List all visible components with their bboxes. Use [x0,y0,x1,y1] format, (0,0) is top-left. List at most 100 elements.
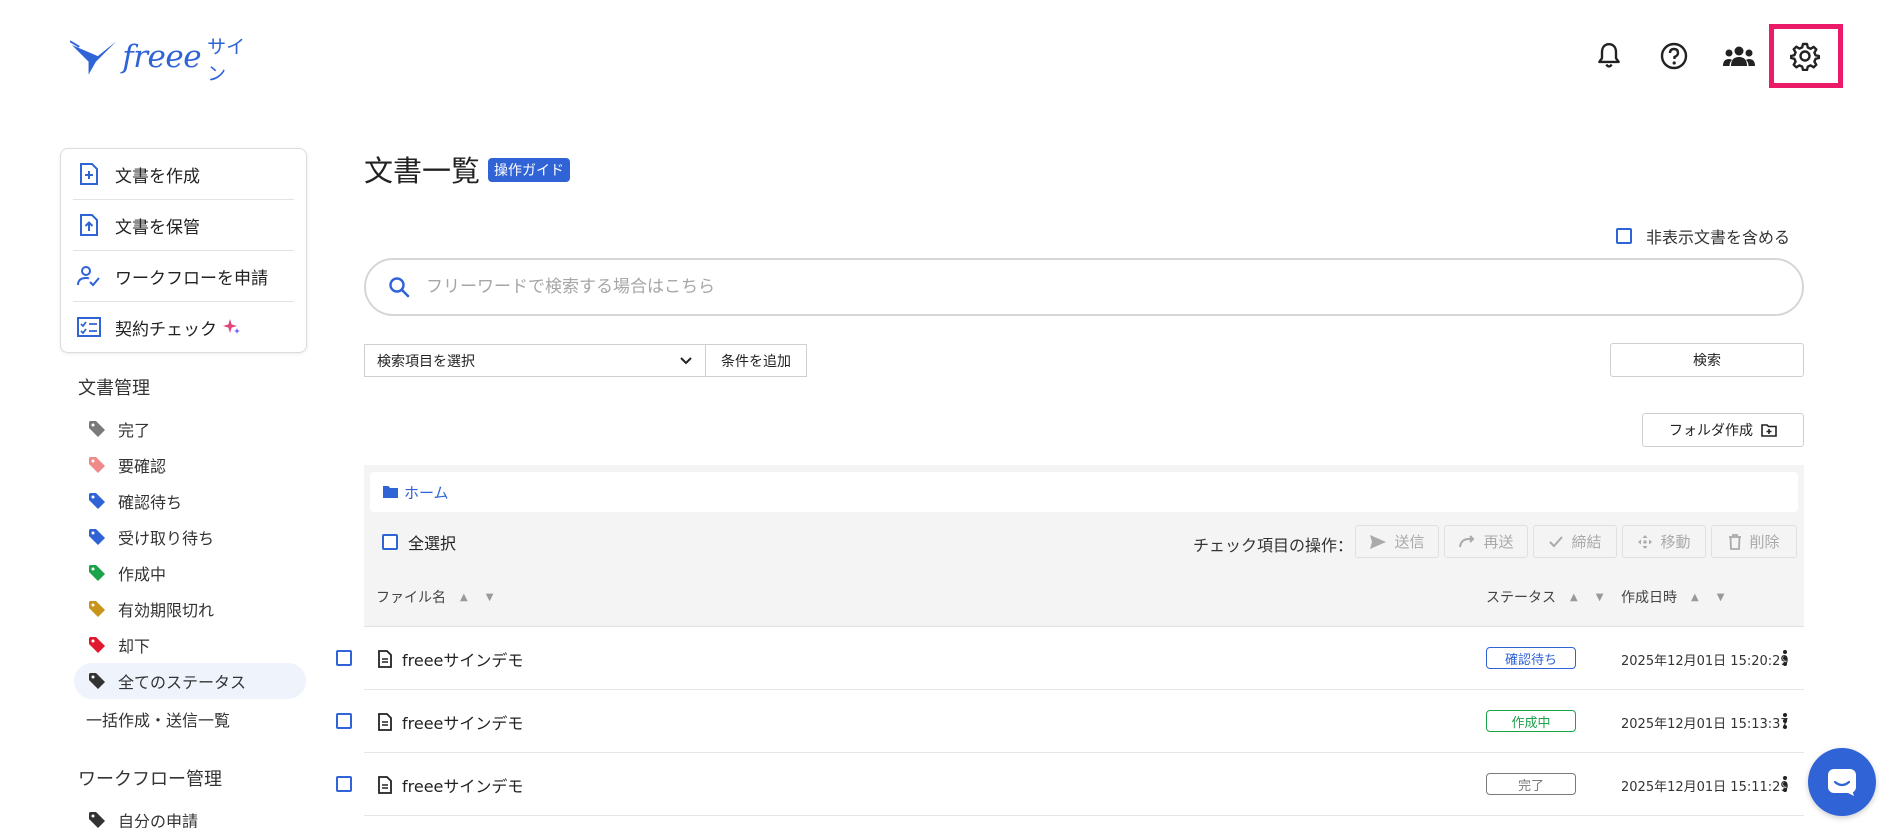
help-button[interactable] [1654,36,1694,76]
status-item-drafting[interactable]: 作成中 [74,555,306,591]
sort-controls: ▲ ▼ [1691,592,1742,603]
bulk-list-link[interactable]: 一括作成・送信一覧 [86,707,230,731]
file-name[interactable]: freeeサインデモ [378,710,523,734]
checkbox[interactable] [1616,228,1632,244]
file-name-label: freeeサインデモ [402,777,524,796]
chat-support-button[interactable] [1808,748,1876,816]
team-icon [1723,46,1755,66]
row-menu-button[interactable] [1776,647,1794,669]
sort-desc-icon[interactable]: ▼ [1717,592,1725,603]
tag-icon [88,599,108,619]
sort-asc-icon[interactable]: ▲ [1570,592,1578,603]
status-item-label: 作成中 [118,565,167,584]
column-header-created: 作成日時 ▲ ▼ [1621,587,1742,607]
tag-icon [88,810,108,828]
folder-add-icon [1761,424,1777,437]
app-logo[interactable]: freee サイン [70,34,260,85]
row-menu-button[interactable] [1776,710,1794,732]
add-condition-button[interactable]: 条件を追加 [705,344,807,377]
column-header-name: ファイル名 ▲ ▼ [376,587,511,607]
conclude-label: 締結 [1571,533,1602,551]
redo-icon [1459,534,1475,547]
send-icon [1370,534,1387,549]
checklist-icon [77,315,101,339]
resend-button[interactable]: 再送 [1444,525,1528,558]
checkbox[interactable] [382,534,398,550]
search-bar [364,258,1804,316]
table-row[interactable] [364,627,1804,690]
create-folder-label: フォルダ作成 [1669,423,1753,439]
search-icon [389,277,410,298]
trash-icon [1729,533,1742,550]
table-row[interactable] [364,753,1804,816]
row-checkbox[interactable] [336,776,352,792]
folder-icon [383,486,398,498]
status-item-label: 確認待ち [118,493,183,512]
send-button[interactable]: 送信 [1355,525,1439,558]
table-row[interactable] [364,690,1804,753]
contract-check-label: 契約チェック [115,319,217,340]
row-menu-button[interactable] [1776,773,1794,795]
file-name[interactable]: freeeサインデモ [378,647,523,671]
notification-button[interactable] [1589,36,1629,76]
search-field-select[interactable]: 検索項目を選択 [364,344,706,377]
sort-controls: ▲ ▼ [1570,592,1621,603]
column-header-name-label: ファイル名 [376,590,446,606]
doc-section-title: 文書管理 [78,378,150,399]
select-all-checkbox[interactable]: 全選択 [382,530,456,554]
team-button[interactable] [1719,36,1759,76]
row-checkbox[interactable] [336,650,352,666]
send-label: 送信 [1394,533,1425,551]
status-item-complete[interactable]: 完了 [74,411,306,447]
store-document-item[interactable]: 文書を保管 [77,200,294,250]
status-item-label: 受け取り待ち [118,529,215,548]
create-folder-button[interactable]: フォルダ作成 [1642,413,1804,447]
contract-check-item[interactable]: 契約チェック [77,302,294,352]
store-document-label: 文書を保管 [115,217,200,238]
status-badge: 作成中 [1486,710,1576,732]
include-hidden-checkbox[interactable]: 非表示文書を含める [1616,224,1790,248]
search-button[interactable]: 検索 [1610,343,1804,377]
tag-icon [88,419,108,439]
document-icon [378,713,392,731]
workflow-item-my-requests[interactable]: 自分の申請 [74,802,306,828]
move-button[interactable]: 移動 [1622,525,1706,558]
gear-icon [1790,42,1820,71]
tag-icon [88,455,108,475]
status-item-needs-check[interactable]: 要確認 [74,447,306,483]
help-icon [1660,42,1688,70]
file-name[interactable]: freeeサインデモ [378,773,523,797]
delete-button[interactable]: 削除 [1711,525,1797,558]
conclude-button[interactable]: 締結 [1533,525,1617,558]
sort-asc-icon[interactable]: ▲ [1691,592,1699,603]
document-upload-icon [77,213,101,237]
status-item-label: 有効期限切れ [118,601,215,620]
status-item-expired[interactable]: 有効期限切れ [74,591,306,627]
status-item-awaiting-receipt[interactable]: 受け取り待ち [74,519,306,555]
status-badge: 完了 [1486,773,1576,795]
bulk-ops-label: チェック項目の操作： [1193,536,1354,555]
sort-desc-icon[interactable]: ▼ [1596,592,1604,603]
file-name-label: freeeサインデモ [402,651,524,670]
chat-icon [1828,769,1856,796]
breadcrumb-home[interactable]: ホーム [404,482,449,503]
settings-button[interactable] [1785,36,1825,76]
document-add-icon [77,162,101,186]
status-item-awaiting-confirmation[interactable]: 確認待ち [74,483,306,519]
row-checkbox[interactable] [336,713,352,729]
created-date: 2025年12月01日 15:20:29 [1621,654,1789,669]
sort-desc-icon[interactable]: ▼ [486,592,494,603]
create-document-item[interactable]: 文書を作成 [77,149,294,199]
logo-word: freee [122,39,202,75]
sort-asc-icon[interactable]: ▲ [460,592,468,603]
status-item-rejected[interactable]: 却下 [74,627,306,663]
search-input[interactable] [426,277,1726,297]
guide-badge[interactable]: 操作ガイド [488,158,570,182]
sort-controls: ▲ ▼ [460,592,511,603]
move-label: 移動 [1660,533,1691,551]
move-icon [1638,534,1653,549]
status-item-all[interactable]: 全てのステータス [74,663,306,699]
tag-icon [88,671,108,691]
paper-plane-logo-icon [70,40,117,75]
apply-workflow-item[interactable]: ワークフローを申請 [77,251,294,301]
